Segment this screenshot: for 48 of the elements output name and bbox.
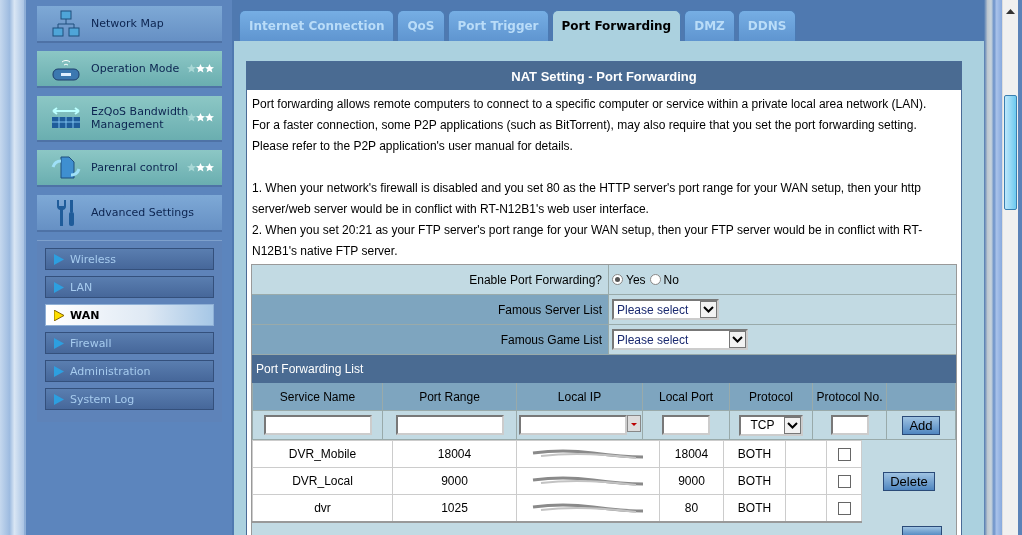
- field-label: Famous Game List: [252, 325, 609, 354]
- menu-item[interactable]: Parenral control: [37, 150, 222, 187]
- menu-label: Parenral control: [91, 161, 179, 174]
- table-cell: 18004: [392, 440, 517, 468]
- table-cell: DVR_Local: [252, 467, 393, 495]
- radio-button[interactable]: Yes: [612, 272, 646, 287]
- menu-label: Operation Mode: [91, 62, 181, 75]
- panel-title: NAT Setting - Port Forwarding: [247, 62, 961, 90]
- submenu-label: WAN: [70, 308, 100, 322]
- table-cell: dvr: [252, 494, 393, 522]
- menu-item[interactable]: EzQoS Bandwidth Management: [37, 96, 222, 142]
- column-header: Local IP: [516, 383, 643, 411]
- submenu-label: LAN: [70, 280, 93, 294]
- column-header: Service Name: [252, 383, 383, 411]
- submenu-label: Wireless: [70, 252, 117, 266]
- table-cell: 18004: [659, 440, 724, 468]
- table-cell: DVR_Mobile: [252, 440, 393, 468]
- dropdown[interactable]: Please select: [612, 329, 748, 350]
- table-cell: 9000: [392, 467, 517, 495]
- menu-item[interactable]: Network Map: [37, 6, 222, 43]
- column-header: Protocol: [729, 383, 813, 411]
- field-label: Famous Server List: [252, 295, 609, 324]
- table-cell: 1025: [392, 494, 517, 522]
- paragraph: Port forwarding allows remote computers to connect to a specific computer or service within a private local area network (LAN). For a faster connection, some P2P applications (such as BitTorrent), may also require that you set the port forwarding setting. Please refer to the P2P application's user manual for details.: [252, 96, 927, 155]
- table-cell: BOTH: [723, 440, 786, 468]
- submenu-label: Firewall: [70, 336, 112, 350]
- table-cell: 80: [659, 494, 724, 522]
- menu-item[interactable]: Advanced Settings: [37, 195, 222, 232]
- column-header: Local Port: [642, 383, 730, 411]
- submenu-label: Administration: [70, 364, 151, 378]
- column-header: Protocol No.: [812, 383, 887, 411]
- menu-label: Network Map: [91, 17, 165, 30]
- submenu-item[interactable]: WAN: [45, 304, 214, 326]
- paragraph: 1. When your network's firewall is disabled and you set 80 as the HTTP server's port range for your WAN setup, then your http server/web server would be in conflict with RT-N12B1's web user interface. 2. When you set 20:21 as your FTP server's port range for your WAN setup, then your FTP server would be in conflict with RT-N12B1's native FTP server.: [252, 180, 924, 260]
- menu-label: Advanced Settings: [91, 206, 195, 219]
- radio-button[interactable]: No: [649, 272, 679, 287]
- table-cell: 9000: [659, 467, 724, 495]
- dropdown[interactable]: Please select: [612, 299, 719, 320]
- table-cell: BOTH: [723, 494, 786, 522]
- submenu-label: System Log: [70, 392, 135, 406]
- list-title: Port Forwarding List: [252, 355, 956, 383]
- protocol-dropdown[interactable]: TCP: [739, 414, 803, 436]
- column-header: Port Range: [382, 383, 517, 411]
- tab[interactable]: Port Forwarding: [551, 10, 682, 41]
- menu-label: EzQoS Bandwidth Management: [91, 105, 190, 131]
- delete-button[interactable]: Delete: [883, 471, 935, 491]
- menu-item[interactable]: Operation Mode: [37, 51, 222, 88]
- add-button[interactable]: Add: [902, 415, 940, 435]
